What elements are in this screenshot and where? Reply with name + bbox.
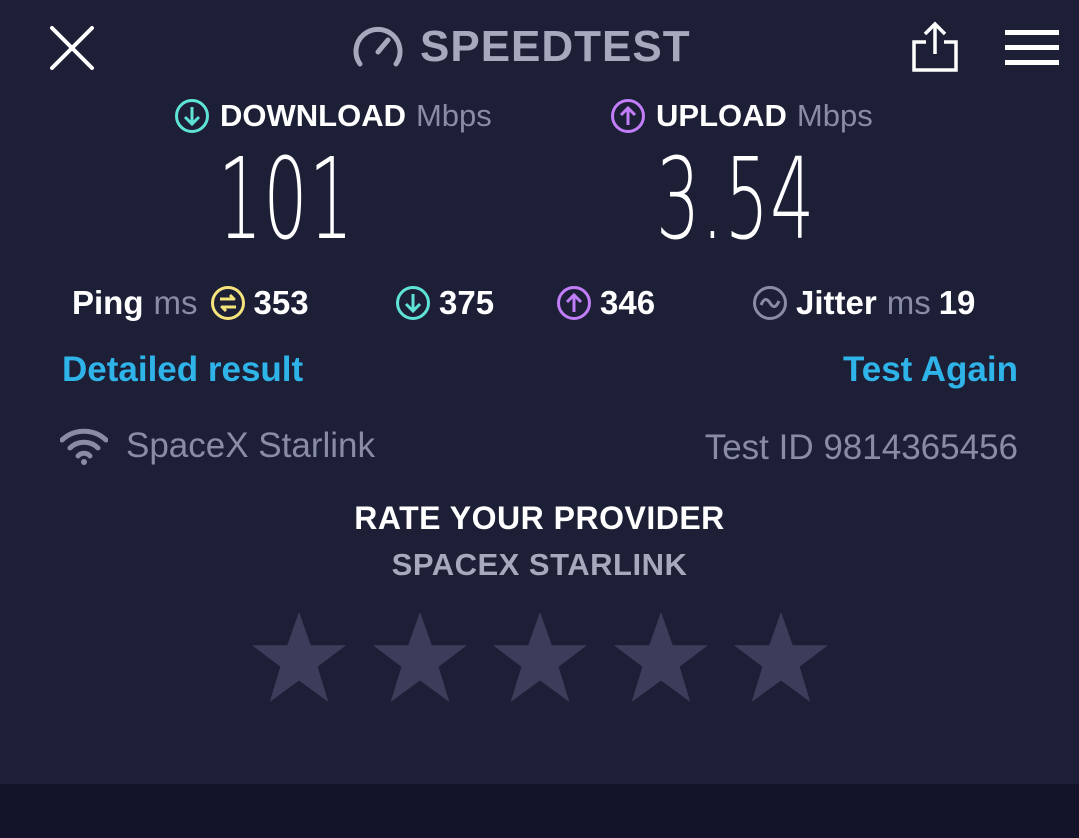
test-id: Test ID 9814365456 (704, 428, 1018, 467)
star-icon[interactable] (491, 610, 589, 704)
upload-header: UPLOAD Mbps (610, 92, 873, 140)
app-title: SPEEDTEST (420, 22, 691, 71)
jitter-label: Jitter (796, 284, 877, 321)
jitter-icon (753, 286, 787, 320)
bottom-bar (0, 784, 1079, 838)
test-again-link[interactable]: Test Again (843, 350, 1018, 390)
arrow-down-circle-icon (175, 99, 209, 133)
star-rating[interactable] (250, 610, 830, 704)
download-header: DOWNLOAD Mbps (174, 92, 492, 140)
wifi-icon (60, 428, 108, 465)
ping-download: 375 (395, 280, 494, 326)
provider-name: SpaceX Starlink (126, 426, 376, 465)
arrow-up-circle-icon (611, 99, 645, 133)
star-icon[interactable] (612, 610, 710, 704)
star-icon[interactable] (250, 610, 348, 704)
ping-label: Ping (72, 284, 144, 321)
close-button[interactable] (48, 24, 96, 72)
ping-download-value: 375 (439, 284, 495, 321)
menu-button[interactable] (1003, 28, 1061, 68)
jitter-value: 19 (938, 284, 976, 321)
ping-idle: Ping ms 353 (72, 280, 309, 326)
star-icon[interactable] (371, 610, 469, 704)
upload-unit: Mbps (796, 98, 873, 133)
ping-upload-icon (557, 286, 591, 320)
close-icon (50, 26, 94, 70)
speedtest-logo: SPEEDTEST (352, 20, 691, 74)
speedometer-icon (353, 26, 403, 67)
provider-info: SpaceX Starlink (60, 426, 375, 466)
rate-provider-name: SPACEX STARLINK (391, 547, 688, 582)
detailed-result-link[interactable]: Detailed result (62, 350, 303, 390)
download-speed-value: 101 (218, 135, 355, 265)
ping-idle-icon (210, 286, 245, 320)
download-label: DOWNLOAD (220, 98, 406, 133)
upload-label: UPLOAD (656, 98, 787, 133)
download-unit: Mbps (415, 98, 492, 133)
jitter-unit: ms (886, 284, 931, 321)
share-icon (912, 21, 958, 72)
upload-speed-value: 3.54 (656, 135, 816, 265)
rate-provider-title: RATE YOUR PROVIDER (354, 500, 725, 536)
ping-download-icon (396, 286, 430, 320)
ping-unit: ms (153, 284, 198, 321)
share-button[interactable] (908, 20, 962, 74)
jitter: Jitter ms 19 (752, 280, 975, 326)
star-icon[interactable] (732, 610, 830, 704)
hamburger-menu-icon (1005, 30, 1059, 65)
ping-upload-value: 346 (600, 284, 656, 321)
ping-idle-value: 353 (253, 284, 309, 321)
ping-upload: 346 (556, 280, 655, 326)
